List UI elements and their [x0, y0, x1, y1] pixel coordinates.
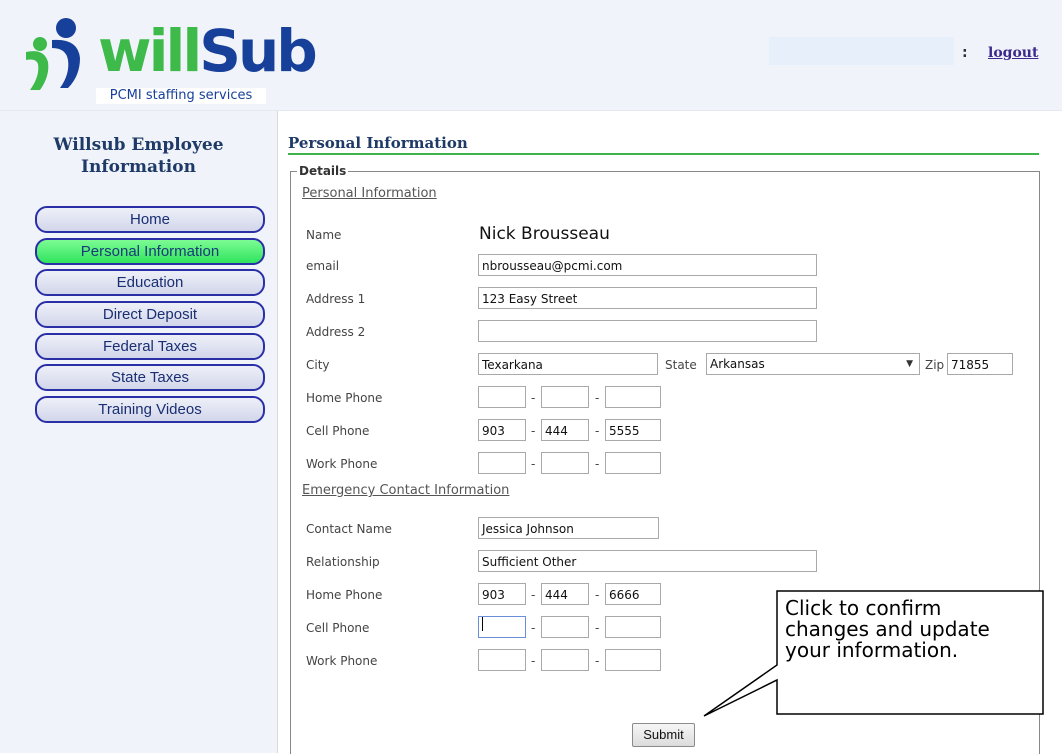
- callout-line: your information.: [785, 638, 959, 662]
- emergency-cell-phone-area-code[interactable]: [478, 616, 526, 638]
- zip-field[interactable]: 71855: [947, 353, 1013, 375]
- nav-home[interactable]: Home: [35, 206, 265, 233]
- phone-dash: -: [531, 654, 536, 668]
- logout-link[interactable]: logout: [988, 45, 1038, 61]
- email-field[interactable]: nbrousseau@pcmi.com: [478, 254, 817, 276]
- willsub-figure-icon: [26, 18, 80, 90]
- work-phone-area-code[interactable]: [478, 452, 526, 474]
- logo-wordmark: willSub: [98, 17, 318, 85]
- dropdown-arrow-icon: ▼: [906, 359, 913, 369]
- registered-mark: ®: [261, 62, 270, 72]
- emergency-work-phone-label: Work Phone: [306, 654, 378, 668]
- willsub-logo[interactable]: willSub ® PCMI staffing services: [18, 10, 318, 104]
- phone-dash: -: [531, 457, 536, 471]
- home-phone-label: Home Phone: [306, 391, 383, 405]
- phone-dash: -: [595, 654, 600, 668]
- emergency-home-phone-prefix[interactable]: 444: [541, 583, 589, 605]
- cell-phone-label: Cell Phone: [306, 424, 370, 438]
- header-separator: :: [962, 45, 968, 61]
- phone-dash: -: [531, 621, 536, 635]
- address1-field[interactable]: 123 Easy Street: [478, 287, 817, 309]
- fieldset-legend: Details: [297, 164, 349, 178]
- nav-personal-information[interactable]: Personal Information: [35, 238, 265, 265]
- header: willSub ® PCMI staffing services : logou…: [0, 0, 1062, 111]
- emergency-home-phone-label: Home Phone: [306, 588, 383, 602]
- nav-training-videos[interactable]: Training Videos: [35, 396, 265, 423]
- city-field[interactable]: Texarkana: [478, 353, 658, 375]
- work-phone-line[interactable]: [605, 452, 661, 474]
- email-label: email: [306, 259, 340, 273]
- emergency-home-phone-line[interactable]: 6666: [605, 583, 661, 605]
- state-select-value: Arkansas: [710, 357, 765, 371]
- cell-phone-prefix[interactable]: 444: [541, 419, 589, 441]
- emergency-cell-phone-label: Cell Phone: [306, 621, 370, 635]
- state-label: State: [665, 358, 697, 372]
- address2-field[interactable]: [478, 320, 817, 342]
- phone-dash: -: [531, 424, 536, 438]
- name-value: Nick Brousseau: [479, 224, 610, 244]
- phone-dash: -: [595, 424, 600, 438]
- page-title: Personal Information: [288, 134, 468, 152]
- contact-name-field[interactable]: Jessica Johnson: [478, 517, 659, 539]
- phone-dash: -: [595, 391, 600, 405]
- nav-direct-deposit[interactable]: Direct Deposit: [35, 301, 265, 328]
- section-personal-information: Personal Information: [302, 186, 437, 201]
- emergency-home-phone-area-code[interactable]: 903: [478, 583, 526, 605]
- home-phone-area-code[interactable]: [478, 386, 526, 408]
- sidebar-title-text: Willsub Employee Information: [53, 135, 224, 177]
- address2-label: Address 2: [306, 325, 366, 339]
- home-phone-prefix[interactable]: [541, 386, 589, 408]
- nav-federal-taxes[interactable]: Federal Taxes: [35, 333, 265, 360]
- sidebar-title: Willsub Employee Information: [0, 134, 277, 178]
- work-phone-label: Work Phone: [306, 457, 378, 471]
- user-name-bar: [769, 37, 954, 65]
- emergency-work-phone-line[interactable]: [605, 649, 661, 671]
- section-emergency-contact: Emergency Contact Information: [302, 483, 510, 498]
- nav-state-taxes[interactable]: State Taxes: [35, 364, 265, 391]
- callout-text: Click to confirm changes and update your…: [785, 598, 1035, 661]
- zip-label: Zip: [925, 358, 945, 372]
- nav-education[interactable]: Education: [35, 269, 265, 296]
- address1-label: Address 1: [306, 292, 366, 306]
- work-phone-prefix[interactable]: [541, 452, 589, 474]
- phone-dash: -: [595, 621, 600, 635]
- emergency-work-phone-prefix[interactable]: [541, 649, 589, 671]
- city-label: City: [306, 358, 330, 372]
- phone-dash: -: [595, 457, 600, 471]
- phone-dash: -: [595, 588, 600, 602]
- callout-line: Click to confirm: [785, 596, 942, 620]
- relationship-label: Relationship: [306, 555, 380, 569]
- phone-dash: -: [531, 588, 536, 602]
- emergency-work-phone-area-code[interactable]: [478, 649, 526, 671]
- text-caret: [482, 617, 483, 631]
- emergency-cell-phone-line[interactable]: [605, 616, 661, 638]
- title-divider: [288, 153, 1039, 155]
- state-select[interactable]: Arkansas ▼: [706, 353, 920, 375]
- emergency-cell-phone-prefix[interactable]: [541, 616, 589, 638]
- logo-tagline: PCMI staffing services: [96, 88, 266, 104]
- callout-line: changes and update: [785, 617, 990, 641]
- cell-phone-area-code[interactable]: 903: [478, 419, 526, 441]
- contact-name-label: Contact Name: [306, 522, 392, 536]
- name-label: Name: [306, 228, 342, 242]
- cell-phone-line[interactable]: 5555: [605, 419, 661, 441]
- home-phone-line[interactable]: [605, 386, 661, 408]
- submit-button[interactable]: Submit: [632, 723, 695, 747]
- relationship-field[interactable]: Sufficient Other: [478, 550, 817, 572]
- phone-dash: -: [531, 391, 536, 405]
